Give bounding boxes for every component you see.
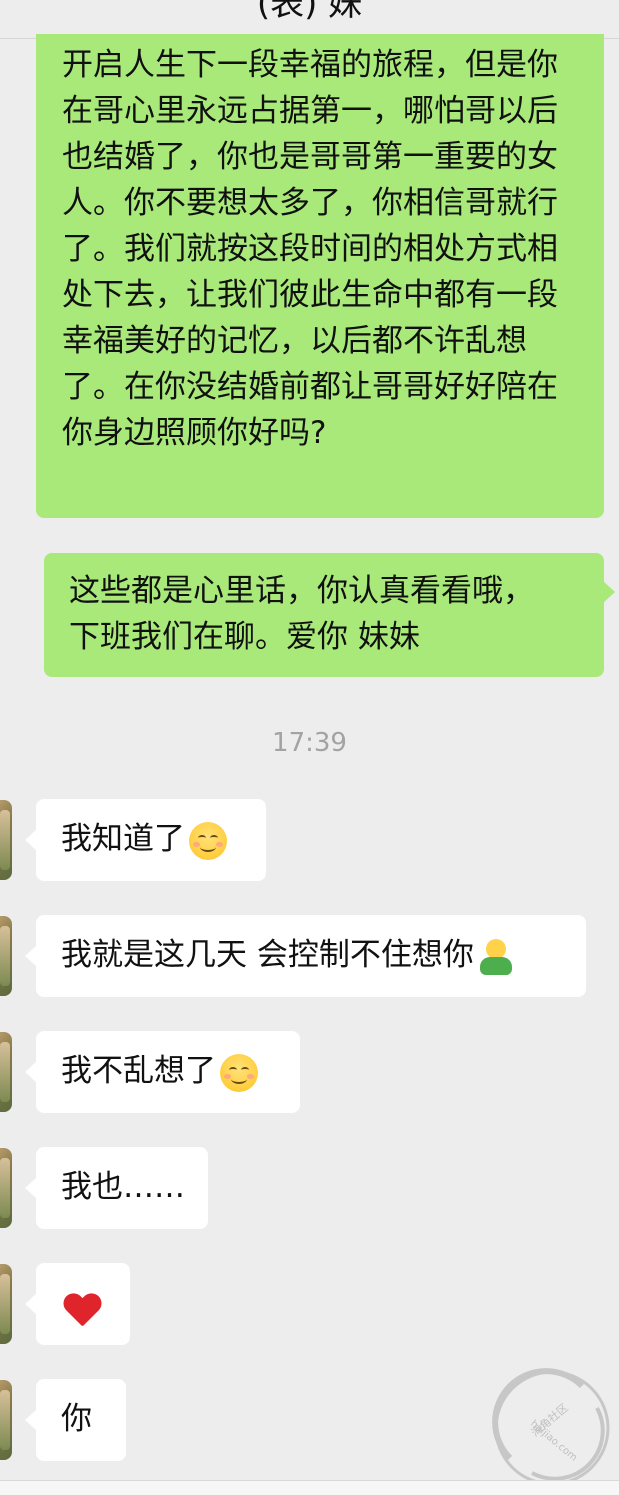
contact-avatar[interactable] (0, 1264, 12, 1344)
incoming-message-bubble[interactable]: 你 (36, 1379, 126, 1461)
incoming-message-text: 我不乱想了 (61, 1053, 216, 1089)
chat-screen: (表) 妹 开启人生下一段幸福的旅程，但是你在哥心里永远占据第一，哪怕哥以后也结… (0, 0, 619, 1495)
outgoing-message-text: 开启人生下一段幸福的旅程，但是你在哥心里永远占据第一，哪怕哥以后也结婚了，你也是… (62, 47, 558, 451)
incoming-message-text: 我就是这几天 会控制不住想你 (61, 937, 474, 973)
incoming-message-bubble[interactable]: 我也…… (36, 1147, 208, 1229)
outgoing-message-bubble[interactable]: 开启人生下一段幸福的旅程，但是你在哥心里永远占据第一，哪怕哥以后也结婚了，你也是… (36, 34, 604, 518)
incoming-message-bubble[interactable]: 我不乱想了 (36, 1031, 300, 1113)
contact-avatar[interactable] (0, 800, 12, 880)
contact-avatar[interactable] (0, 916, 12, 996)
outgoing-message-line: 下班我们在聊。爱你 妹妹 (69, 619, 420, 655)
pleading-face-icon (220, 1053, 258, 1092)
chat-title[interactable]: (表) 妹 (0, 0, 619, 28)
watermark-logo: 海角社区 haijiao.com (492, 1368, 610, 1486)
red-heart-icon (63, 1294, 101, 1330)
contact-avatar[interactable] (0, 1380, 12, 1460)
outgoing-message-line: 这些都是心里话，你认真看看哦， (69, 573, 534, 609)
outgoing-message-bubble[interactable]: 这些都是心里话，你认真看看哦， 下班我们在聊。爱你 妹妹 (44, 553, 604, 677)
incoming-message-bubble[interactable] (36, 1263, 130, 1345)
incoming-message-text: 你 (61, 1401, 92, 1437)
input-bar[interactable] (0, 1480, 619, 1495)
smiling-face-icon (189, 821, 227, 860)
message-timestamp: 17:39 (272, 728, 347, 758)
incoming-message-text: 我也…… (61, 1169, 185, 1205)
contact-avatar[interactable] (0, 1148, 12, 1228)
contact-avatar[interactable] (0, 1032, 12, 1112)
incoming-message-bubble[interactable]: 我知道了 (36, 799, 266, 881)
incoming-message-bubble[interactable]: 我就是这几天 会控制不住想你 (36, 915, 586, 997)
incoming-message-text: 我知道了 (61, 821, 185, 857)
bubble-tail (603, 581, 615, 603)
hug-figure-icon (476, 937, 516, 977)
